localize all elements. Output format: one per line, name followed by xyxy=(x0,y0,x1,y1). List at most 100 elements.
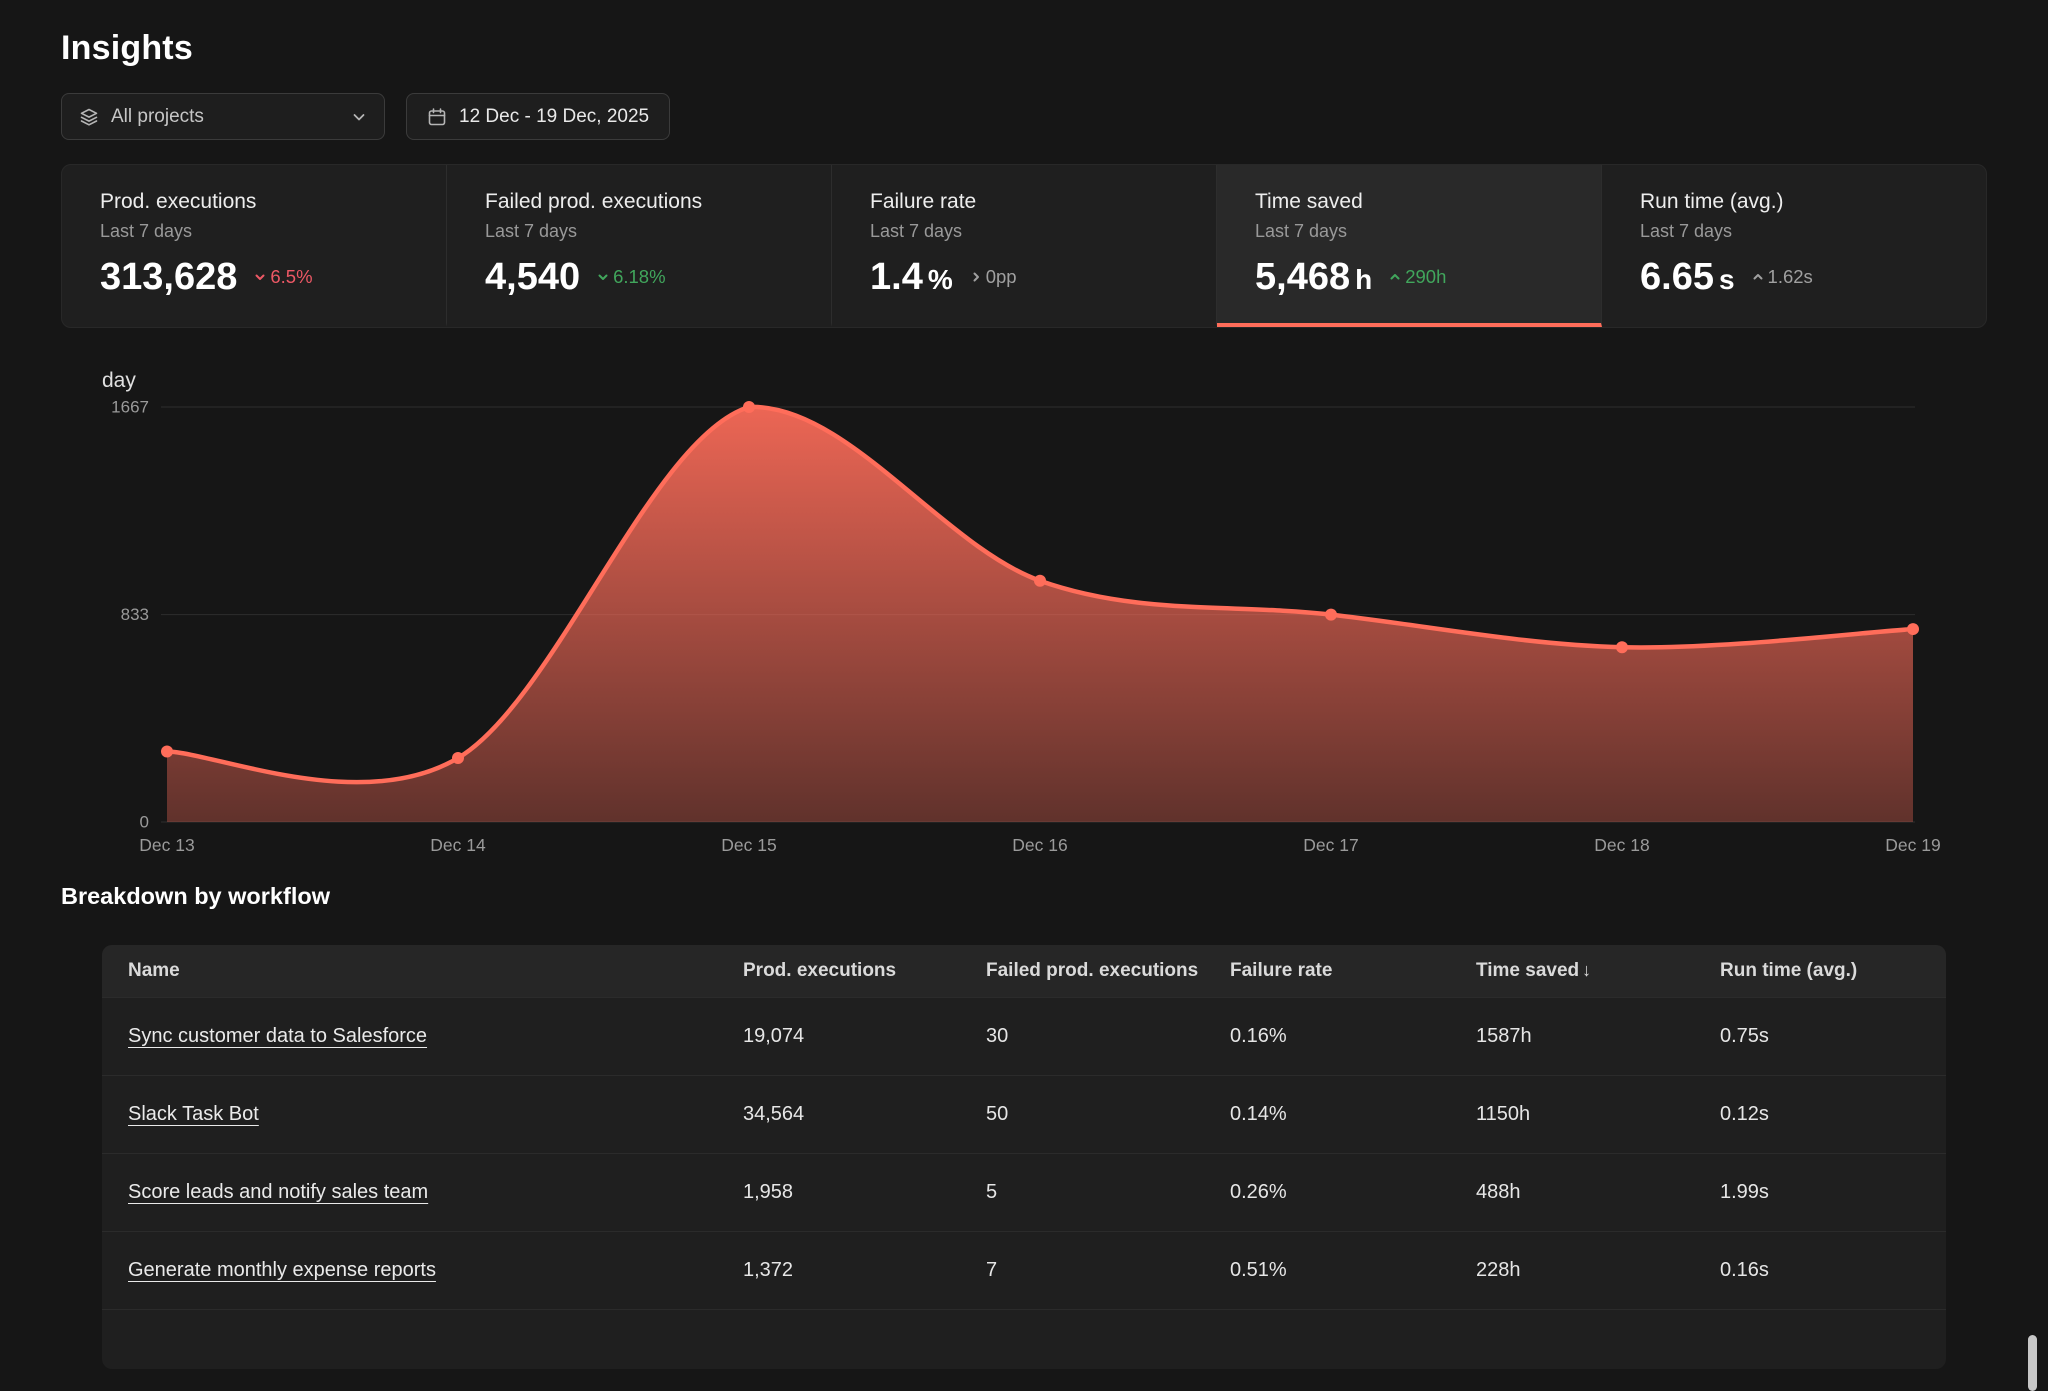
chart-point xyxy=(1616,641,1628,653)
metric-title: Failed prod. executions xyxy=(485,190,831,214)
cell-failed: 7 xyxy=(986,1231,1230,1309)
cell-prod-executions: 1,958 xyxy=(743,1153,986,1231)
cell-run-time: 0.12s xyxy=(1720,1075,1946,1153)
table-row: Sync customer data to Salesforce 19,074 … xyxy=(102,997,1946,1075)
cell-failure-rate: 0.26% xyxy=(1230,1153,1476,1231)
metric-title: Failure rate xyxy=(870,190,1216,214)
x-tick-label: Dec 17 xyxy=(1303,835,1358,855)
column-header-run-time[interactable]: Run time (avg.) xyxy=(1720,945,1946,997)
table-row-partial xyxy=(102,1309,1946,1369)
delta-chevron-icon xyxy=(595,269,611,285)
metric-delta-value: 6.5% xyxy=(270,266,312,288)
cell-failure-rate: 0.51% xyxy=(1230,1231,1476,1309)
metric-value: 1.4 xyxy=(870,256,923,299)
metric-delta: 6.5% xyxy=(252,266,312,288)
column-header-prod-executions[interactable]: Prod. executions xyxy=(743,945,986,997)
column-header-failure-rate[interactable]: Failure rate xyxy=(1230,945,1476,997)
y-tick-label: 833 xyxy=(121,605,149,624)
cell-failed: 30 xyxy=(986,997,1230,1075)
metric-subtitle: Last 7 days xyxy=(870,221,1216,242)
chart-point xyxy=(1034,575,1046,587)
cell-prod-executions: 19,074 xyxy=(743,997,986,1075)
x-tick-label: Dec 14 xyxy=(430,835,486,855)
cell-run-time: 0.16s xyxy=(1720,1231,1946,1309)
chart-point xyxy=(161,746,173,758)
y-tick-label: 0 xyxy=(140,812,149,831)
metric-delta-value: 0pp xyxy=(986,266,1017,288)
metric-title: Time saved xyxy=(1255,190,1601,214)
delta-chevron-icon xyxy=(252,269,268,285)
workflow-link[interactable]: Slack Task Bot xyxy=(128,1103,259,1125)
metric-delta: 290h xyxy=(1387,266,1446,288)
cell-time-saved: 1587h xyxy=(1476,997,1720,1075)
chart-point xyxy=(1325,609,1337,621)
x-tick-label: Dec 15 xyxy=(721,835,776,855)
metric-delta: 0pp xyxy=(968,266,1017,288)
metric-value: 5,468 xyxy=(1255,256,1350,299)
project-filter-value: All projects xyxy=(111,106,204,128)
metric-value: 6.65 xyxy=(1640,256,1714,299)
y-tick-label: 1667 xyxy=(111,397,149,416)
cell-run-time: 1.99s xyxy=(1720,1153,1946,1231)
table-row: Score leads and notify sales team 1,958 … xyxy=(102,1153,1946,1231)
x-tick-label: Dec 16 xyxy=(1012,835,1067,855)
metric-unit: h xyxy=(1355,264,1372,296)
metric-unit: s xyxy=(1719,264,1735,296)
cell-time-saved: 228h xyxy=(1476,1231,1720,1309)
workflow-table: Name Prod. executions Failed prod. execu… xyxy=(102,945,1946,1369)
metric-subtitle: Last 7 days xyxy=(1255,221,1601,242)
date-range-value: 12 Dec - 19 Dec, 2025 xyxy=(459,106,649,128)
metric-subtitle: Last 7 days xyxy=(100,221,446,242)
chart-point xyxy=(452,752,464,764)
table-header-row: Name Prod. executions Failed prod. execu… xyxy=(102,945,1946,997)
cell-failed: 5 xyxy=(986,1153,1230,1231)
workflow-link[interactable]: Score leads and notify sales team xyxy=(128,1181,428,1203)
metric-cards: Prod. executions Last 7 days 313,628 6.5… xyxy=(61,164,1987,328)
chart-axis-title: day xyxy=(102,369,136,392)
metric-unit: % xyxy=(928,264,953,296)
metric-value: 4,540 xyxy=(485,256,580,299)
metric-delta-value: 290h xyxy=(1405,266,1446,288)
workflow-link[interactable]: Generate monthly expense reports xyxy=(128,1259,436,1281)
x-tick-label: Dec 13 xyxy=(139,835,194,855)
table-row: Slack Task Bot 34,564 50 0.14% 1150h 0.1… xyxy=(102,1075,1946,1153)
cell-failure-rate: 0.14% xyxy=(1230,1075,1476,1153)
breakdown-heading: Breakdown by workflow xyxy=(61,883,1987,910)
workflow-link[interactable]: Sync customer data to Salesforce xyxy=(128,1025,427,1047)
metric-delta-value: 1.62s xyxy=(1768,266,1813,288)
time-saved-by-day-chart: 0 833 1667 Dec 13 Dec 14 Dec 15 Dec 16 Dec 17 De… xyxy=(61,363,1987,883)
metric-subtitle: Last 7 days xyxy=(485,221,831,242)
column-header-name[interactable]: Name xyxy=(102,945,743,997)
insights-page: Insights All projects xyxy=(0,29,2048,1369)
metric-card-failure-rate[interactable]: Failure rate Last 7 days 1.4 % 0pp xyxy=(832,165,1217,327)
vertical-scrollbar-thumb[interactable] xyxy=(2028,1335,2037,1391)
metric-card-prod-executions[interactable]: Prod. executions Last 7 days 313,628 6.5… xyxy=(62,165,447,327)
delta-chevron-icon xyxy=(968,269,984,285)
metric-card-time-saved[interactable]: Time saved Last 7 days 5,468 h 290h xyxy=(1217,165,1602,327)
metric-value: 313,628 xyxy=(100,256,237,299)
chevron-down-icon xyxy=(351,109,367,125)
delta-chevron-icon xyxy=(1750,269,1766,285)
metric-title: Run time (avg.) xyxy=(1640,190,1986,214)
column-header-failed-prod-executions[interactable]: Failed prod. executions xyxy=(986,945,1230,997)
cell-time-saved: 1150h xyxy=(1476,1075,1720,1153)
date-range-button[interactable]: 12 Dec - 19 Dec, 2025 xyxy=(406,93,670,140)
metric-delta: 1.62s xyxy=(1750,266,1813,288)
column-header-time-saved[interactable]: Time saved↓ xyxy=(1476,945,1720,997)
metric-card-run-time[interactable]: Run time (avg.) Last 7 days 6.65 s 1.62s xyxy=(1602,165,1986,327)
filter-bar: All projects 12 Dec - 19 Dec, 2025 xyxy=(61,93,1987,140)
chart-point xyxy=(743,401,755,413)
cell-time-saved: 488h xyxy=(1476,1153,1720,1231)
sort-desc-icon: ↓ xyxy=(1582,960,1591,980)
cell-failed: 50 xyxy=(986,1075,1230,1153)
cell-prod-executions: 34,564 xyxy=(743,1075,986,1153)
table-row: Generate monthly expense reports 1,372 7… xyxy=(102,1231,1946,1309)
x-tick-label: Dec 19 xyxy=(1885,835,1940,855)
metric-delta-value: 6.18% xyxy=(613,266,665,288)
metric-subtitle: Last 7 days xyxy=(1640,221,1986,242)
delta-chevron-icon xyxy=(1387,269,1403,285)
metric-card-failed-prod-executions[interactable]: Failed prod. executions Last 7 days 4,54… xyxy=(447,165,832,327)
metric-delta: 6.18% xyxy=(595,266,665,288)
project-filter-dropdown[interactable]: All projects xyxy=(61,93,385,140)
layers-icon xyxy=(79,107,99,127)
